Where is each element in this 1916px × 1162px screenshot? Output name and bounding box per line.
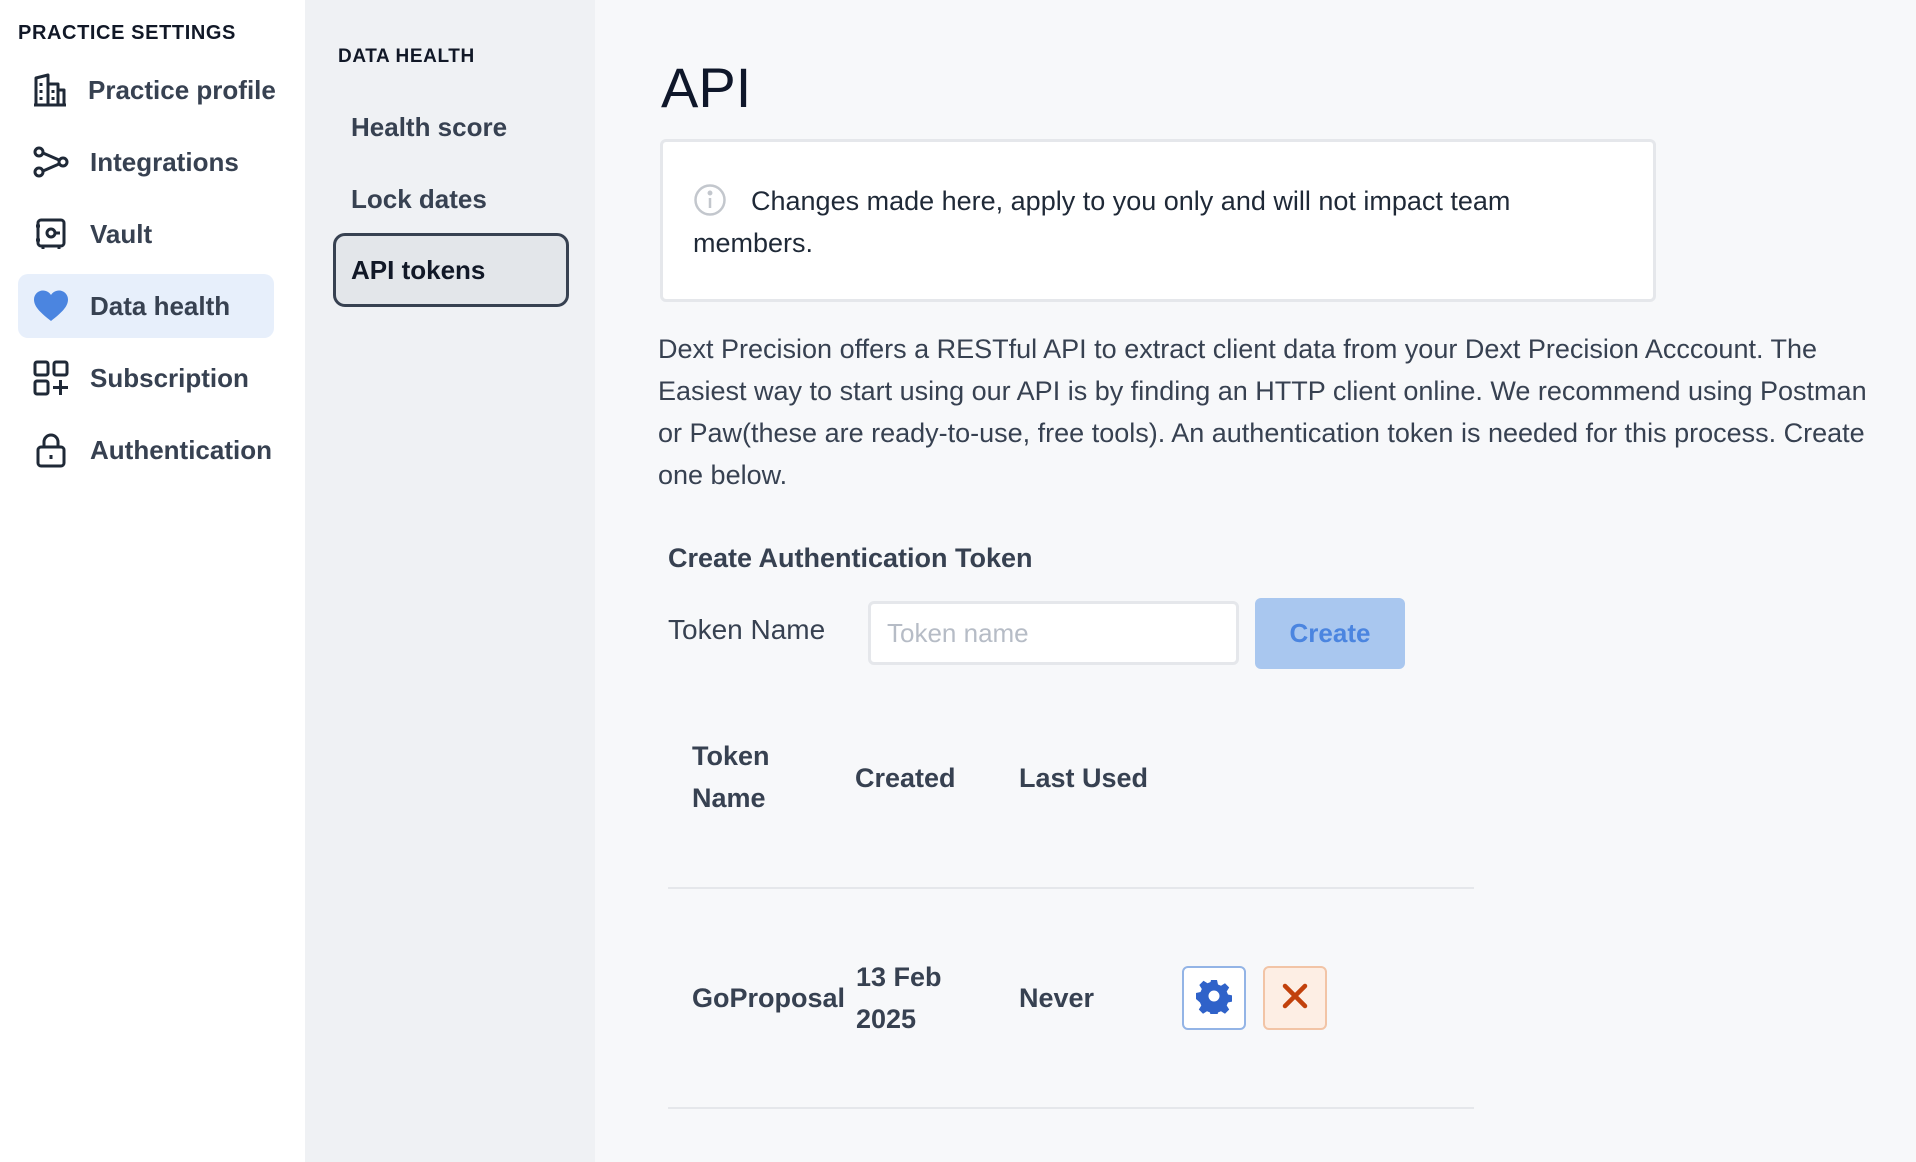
lock-icon: [32, 431, 70, 469]
sidebar-item-practice-profile[interactable]: Practice profile: [18, 58, 276, 122]
sidebar-item-data-health[interactable]: Data health: [18, 274, 274, 338]
token-delete-button[interactable]: [1263, 966, 1327, 1030]
practice-settings-sidebar: PRACTICE SETTINGS Practice profile Integ…: [0, 0, 305, 1162]
page-title: API: [661, 56, 752, 119]
token-settings-button[interactable]: [1182, 966, 1246, 1030]
subnav-item-health-score[interactable]: Health score: [333, 90, 569, 164]
main-content: API Changes made here, apply to you only…: [595, 0, 1916, 1162]
sidebar-item-integrations[interactable]: Integrations: [18, 130, 274, 194]
sidebar-item-label: Authentication: [90, 434, 272, 465]
sidebar-item-subscription[interactable]: Subscription: [18, 346, 274, 410]
column-header-last-used: Last Used: [1019, 763, 1149, 793]
last-used-cell: Never: [1019, 983, 1095, 1013]
table-divider: [668, 1107, 1474, 1109]
building-icon: [32, 71, 68, 109]
token-name-label: Token Name: [668, 614, 826, 645]
sidebar-item-vault[interactable]: Vault: [18, 202, 274, 266]
vault-icon: [32, 215, 70, 253]
close-icon: [1281, 982, 1309, 1015]
create-token-title: Create Authentication Token: [668, 543, 1033, 573]
create-token-button[interactable]: Create: [1255, 598, 1405, 669]
sidebar-item-label: Integrations: [90, 146, 239, 177]
gear-icon: [1196, 978, 1233, 1019]
table-divider: [668, 887, 1474, 889]
api-description: Dext Precision offers a RESTful API to e…: [658, 334, 1867, 490]
column-header-created: Created: [855, 763, 956, 793]
sidebar-heading: PRACTICE SETTINGS: [18, 22, 236, 44]
sidebar-item-label: Practice profile: [88, 74, 276, 105]
sidebar-item-label: Data health: [90, 290, 231, 321]
apps-plus-icon: [32, 359, 70, 397]
subnav-item-api-tokens[interactable]: API tokens: [333, 233, 569, 307]
created-cell: 13 Feb 2025: [856, 962, 942, 1034]
subnav-heading: DATA HEALTH: [338, 46, 475, 67]
integrations-icon: [32, 143, 70, 181]
info-text: Changes made here, apply to you only and…: [693, 186, 1511, 258]
sidebar-item-label: Subscription: [90, 362, 249, 393]
token-name-cell: GoProposal: [692, 983, 846, 1013]
token-name-input[interactable]: [868, 601, 1239, 665]
info-notice: Changes made here, apply to you only and…: [660, 139, 1656, 302]
info-icon: [693, 183, 727, 217]
sidebar-item-label: Vault: [90, 218, 153, 249]
sidebar-item-authentication[interactable]: Authentication: [18, 418, 274, 482]
column-header-token-name: Token Name: [692, 741, 770, 813]
data-health-subnav: DATA HEALTH Health score Lock dates API …: [305, 0, 595, 1162]
heart-icon: [32, 287, 70, 325]
subnav-item-lock-dates[interactable]: Lock dates: [333, 162, 569, 236]
